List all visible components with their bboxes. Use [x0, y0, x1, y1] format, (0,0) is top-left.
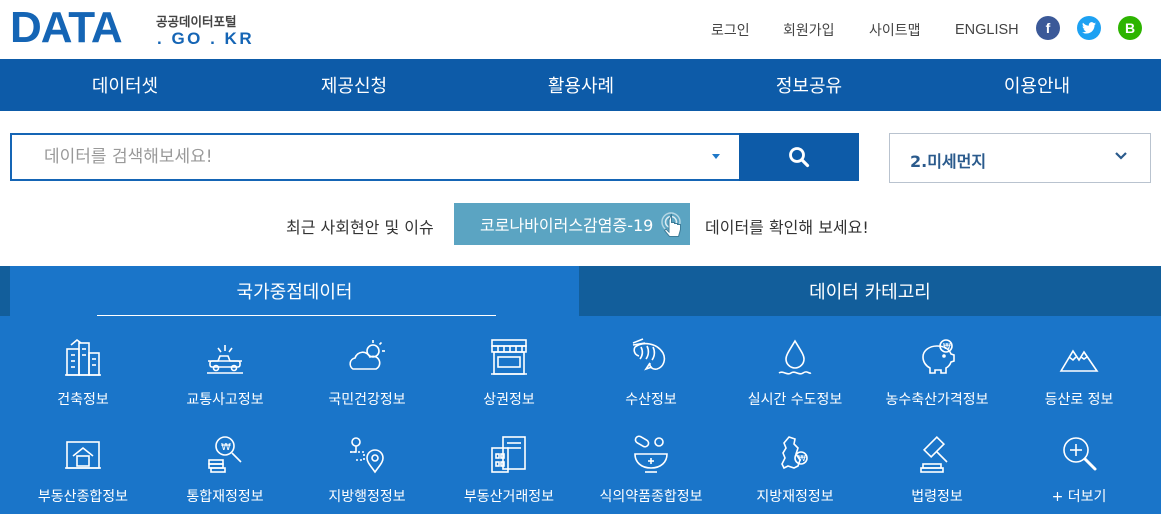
topic-select[interactable]: 2.미세먼지: [889, 133, 1151, 183]
category-hiking[interactable]: 등산로 정보: [1009, 337, 1149, 417]
gnb-dataset[interactable]: 데이터셋: [55, 59, 195, 111]
main-navigation: 데이터셋 제공신청 활용사례 정보공유 이용안내: [0, 59, 1161, 111]
svg-text:₩: ₩: [943, 342, 951, 351]
category-building[interactable]: 건축정보: [13, 337, 153, 417]
category-more[interactable]: + 더보기: [1009, 434, 1149, 514]
category-traffic-accident[interactable]: 교통사고정보: [155, 337, 295, 417]
issue-suffix: 데이터를 확인해 보세요!: [705, 218, 869, 237]
car-accident-icon: [207, 345, 243, 374]
category-label: 국민건강정보: [328, 392, 406, 408]
category-fishery[interactable]: 수산정보: [581, 337, 721, 417]
category-commercial[interactable]: 상권정보: [439, 337, 579, 417]
category-label: 법령정보: [911, 489, 963, 505]
caret-down-icon[interactable]: [712, 154, 720, 159]
water-drop-icon: [778, 339, 812, 375]
search-input[interactable]: [12, 135, 702, 179]
category-agri-price[interactable]: ₩ 농수축산가격정보: [867, 337, 1007, 417]
category-label: 교통사고정보: [186, 392, 264, 408]
issue-prefix: 최근 사회현안 및 이슈: [286, 218, 434, 237]
search-bar: [10, 133, 740, 181]
category-water[interactable]: 실시간 수도정보: [725, 337, 865, 417]
category-real-estate-trade[interactable]: 부동산거래정보: [439, 434, 579, 514]
category-local-admin[interactable]: 지방행정정보: [297, 434, 437, 514]
category-label: 식의약품종합정보: [599, 489, 703, 505]
logo-korean-title: 공공데이터포털: [156, 14, 237, 29]
category-label: 통합재정정보: [186, 489, 264, 505]
category-finance[interactable]: ₩ 통합재정정보: [155, 434, 295, 514]
category-label: 지방재정정보: [756, 489, 834, 505]
building-icon: [65, 338, 101, 376]
topic-select-value: 2.미세먼지: [910, 152, 987, 171]
category-label: 상권정보: [483, 392, 535, 408]
header: DATA 공공데이터포털 . GO . KR 로그인 회원가입 사이트맵 ENG…: [0, 0, 1161, 59]
pointer-hand-icon: [661, 212, 681, 237]
twitter-icon[interactable]: t: [1077, 16, 1101, 40]
category-label: 부동산거래정보: [463, 489, 555, 505]
storefront-icon: [491, 339, 527, 375]
house-icon: [65, 441, 101, 469]
login-link[interactable]: 로그인: [711, 20, 750, 40]
mountain-icon: [1059, 349, 1099, 372]
data-panel: 국가중점데이터 데이터 카테고리 건축정보 교통사고정보 국민건강정보 상권정보…: [0, 266, 1161, 514]
chevron-down-icon: [1115, 152, 1127, 160]
category-label: 부동산종합정보: [37, 489, 129, 505]
piggy-bank-icon: ₩: [922, 339, 955, 374]
issue-covid-button[interactable]: 코로나바이러스감염증-19: [454, 203, 690, 245]
blog-icon[interactable]: B: [1118, 16, 1142, 40]
coins-search-icon: ₩: [208, 436, 242, 473]
tab-data-category[interactable]: 데이터 카테고리: [579, 266, 1161, 316]
document-building-icon: [491, 436, 526, 473]
signup-link[interactable]: 회원가입: [783, 20, 835, 40]
category-label: 수산정보: [625, 392, 677, 408]
search-icon: [789, 147, 810, 168]
category-label: + 더보기: [1051, 489, 1107, 505]
pill-bowl-icon: [634, 435, 668, 473]
category-label: 등산로 정보: [1044, 392, 1114, 408]
category-label: 농수축산가격정보: [885, 392, 989, 408]
svg-text:₩: ₩: [221, 442, 231, 453]
svg-text:₩: ₩: [798, 454, 806, 463]
tab-spacer: [0, 266, 10, 316]
sitemap-link[interactable]: 사이트맵: [869, 20, 921, 40]
twitter-bird-icon: [1082, 22, 1096, 34]
category-food-drug[interactable]: 식의약품종합정보: [581, 434, 721, 514]
category-law[interactable]: 법령정보: [867, 434, 1007, 514]
issue-button-label: 코로나바이러스감염증-19: [480, 216, 654, 235]
search-button[interactable]: [739, 133, 859, 181]
category-real-estate[interactable]: 부동산종합정보: [13, 434, 153, 514]
category-label: 실시간 수도정보: [747, 392, 843, 408]
gnb-request[interactable]: 제공신청: [284, 59, 424, 111]
map-pin-route-icon: [350, 437, 384, 474]
korea-map-won-icon: ₩: [781, 436, 808, 470]
logo-domain: . GO . KR: [157, 29, 255, 48]
logo-word: DATA: [10, 3, 123, 52]
tab-national-key-data[interactable]: 국가중점데이터: [10, 266, 579, 316]
shrimp-icon: [632, 338, 666, 371]
blog-glyph: B: [1124, 20, 1136, 36]
gavel-icon: [920, 435, 948, 473]
gnb-info-share[interactable]: 정보공유: [739, 59, 879, 111]
category-label: 지방행정정보: [328, 489, 406, 505]
weather-health-icon: [349, 340, 385, 370]
category-health[interactable]: 국민건강정보: [297, 337, 437, 417]
facebook-icon[interactable]: f: [1036, 16, 1060, 40]
category-label: 건축정보: [57, 392, 109, 408]
magnifier-plus-icon: [1063, 437, 1097, 471]
facebook-glyph: f: [1045, 20, 1051, 36]
active-tab-underline: [97, 315, 496, 316]
gnb-usecases[interactable]: 활용사례: [511, 59, 651, 111]
site-logo[interactable]: DATA 공공데이터포털 . GO . KR: [10, 3, 252, 52]
gnb-guide[interactable]: 이용안내: [967, 59, 1107, 111]
english-link[interactable]: ENGLISH: [955, 22, 1019, 38]
category-local-finance[interactable]: ₩ 지방재정정보: [725, 434, 865, 514]
